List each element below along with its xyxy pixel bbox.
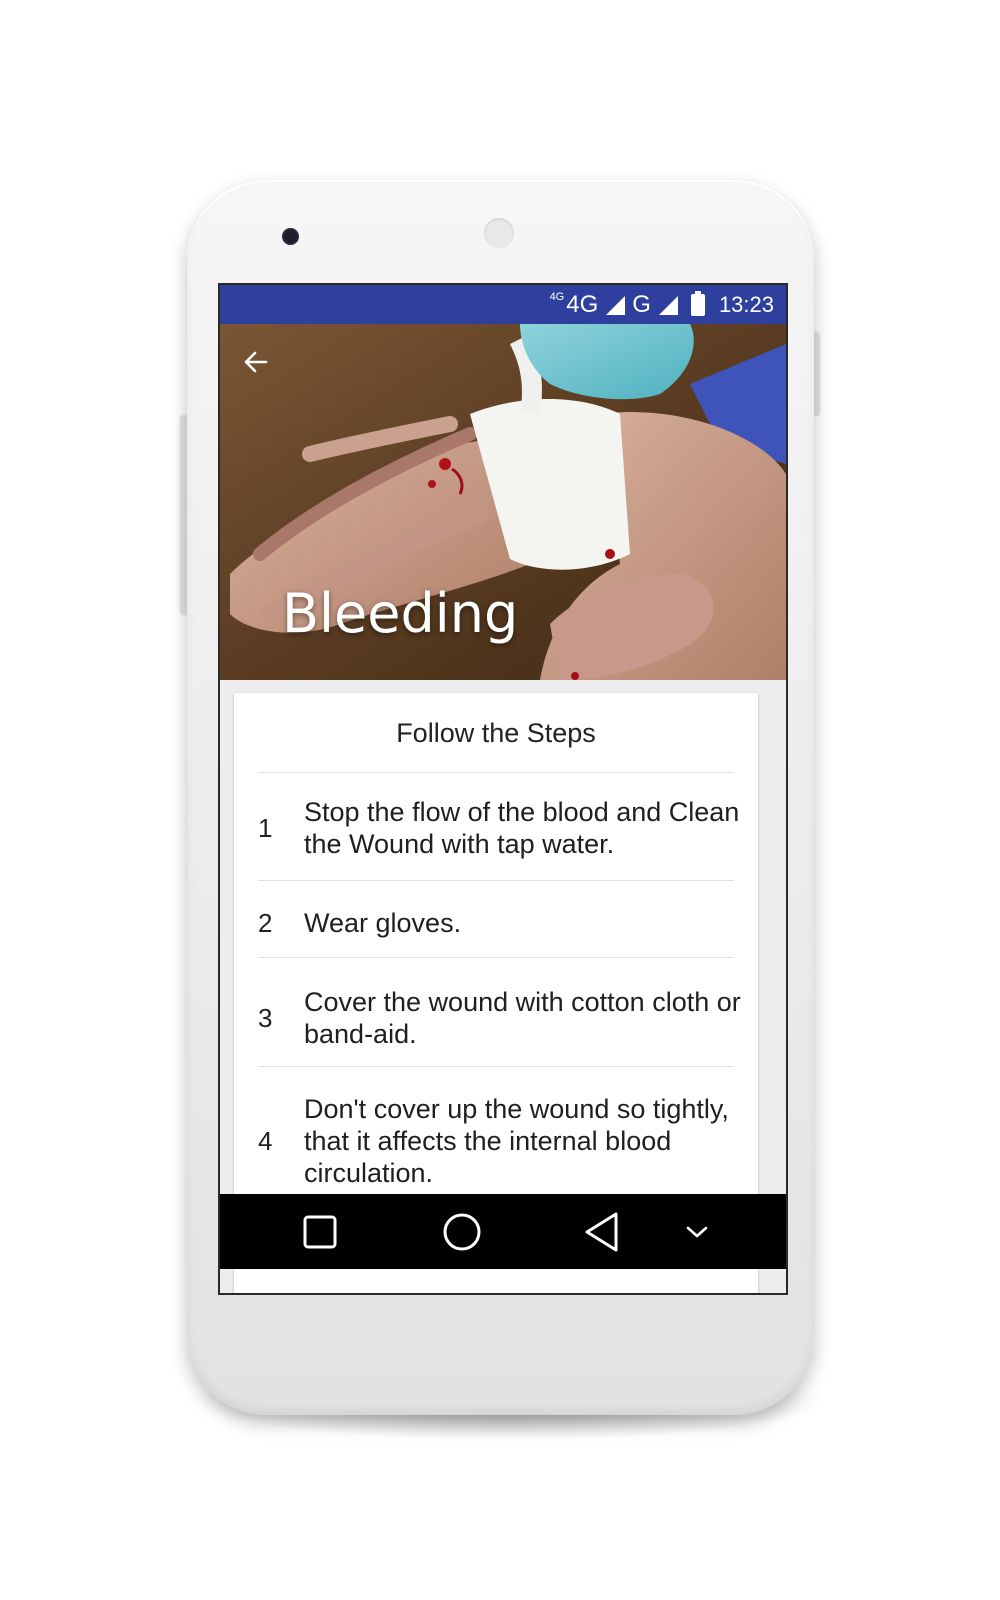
navigation-bar (220, 1194, 786, 1269)
earpiece-sensor (484, 218, 514, 248)
signal-icon-secondary (658, 295, 678, 315)
step-item: 2 Wear gloves. (234, 898, 758, 948)
divider (258, 957, 734, 958)
network-type-secondary: G (632, 290, 651, 318)
step-text: Cover the wound with cotton cloth or ban… (304, 987, 741, 1049)
device-mockup: 4G 4G G 13:23 Bleeding Follow the Steps … (0, 0, 1000, 1600)
step-item: 4 Don't cover up the wound so tightly, t… (234, 1091, 758, 1191)
page-title: Bleeding (282, 582, 519, 645)
step-number: 3 (258, 1002, 273, 1033)
home-icon (443, 1213, 481, 1250)
step-item: 3 Cover the wound with cotton cloth or b… (234, 983, 758, 1053)
arrow-left-icon (244, 351, 268, 373)
network-4g-badge: 4G (549, 290, 565, 303)
divider (258, 880, 734, 881)
divider (258, 1066, 734, 1067)
hide-nav-button[interactable] (672, 1194, 722, 1269)
step-text: Stop the flow of the blood and Clean the… (304, 797, 740, 859)
phone-screen: 4G 4G G 13:23 Bleeding Follow the Steps … (218, 283, 788, 1295)
network-type-primary: 4G (566, 290, 599, 318)
status-bar: 4G 4G G 13:23 (220, 285, 786, 324)
step-number: 1 (258, 812, 273, 843)
home-button[interactable] (432, 1194, 492, 1269)
step-number: 2 (258, 907, 273, 938)
step-text: Don't cover up the wound so tightly, tha… (304, 1094, 729, 1188)
step-text: Wear gloves. (304, 908, 462, 938)
chevron-down-icon (686, 1226, 708, 1237)
status-clock: 13:23 (718, 291, 774, 317)
divider (258, 772, 734, 773)
front-camera (282, 228, 299, 245)
step-number: 4 (258, 1125, 273, 1156)
back-triangle-icon (585, 1212, 618, 1251)
status-icons: 4G 4G G 13:23 (550, 285, 774, 324)
step-item: 1 Stop the flow of the blood and Clean t… (234, 793, 758, 863)
header-image: Bleeding (220, 324, 786, 680)
battery-icon (690, 290, 705, 316)
signal-icon (606, 295, 626, 315)
card-title: Follow the Steps (396, 717, 596, 748)
back-nav-button[interactable] (572, 1194, 632, 1269)
recent-apps-button[interactable] (290, 1194, 350, 1269)
recent-apps-icon (303, 1215, 337, 1248)
back-button[interactable] (242, 348, 286, 392)
